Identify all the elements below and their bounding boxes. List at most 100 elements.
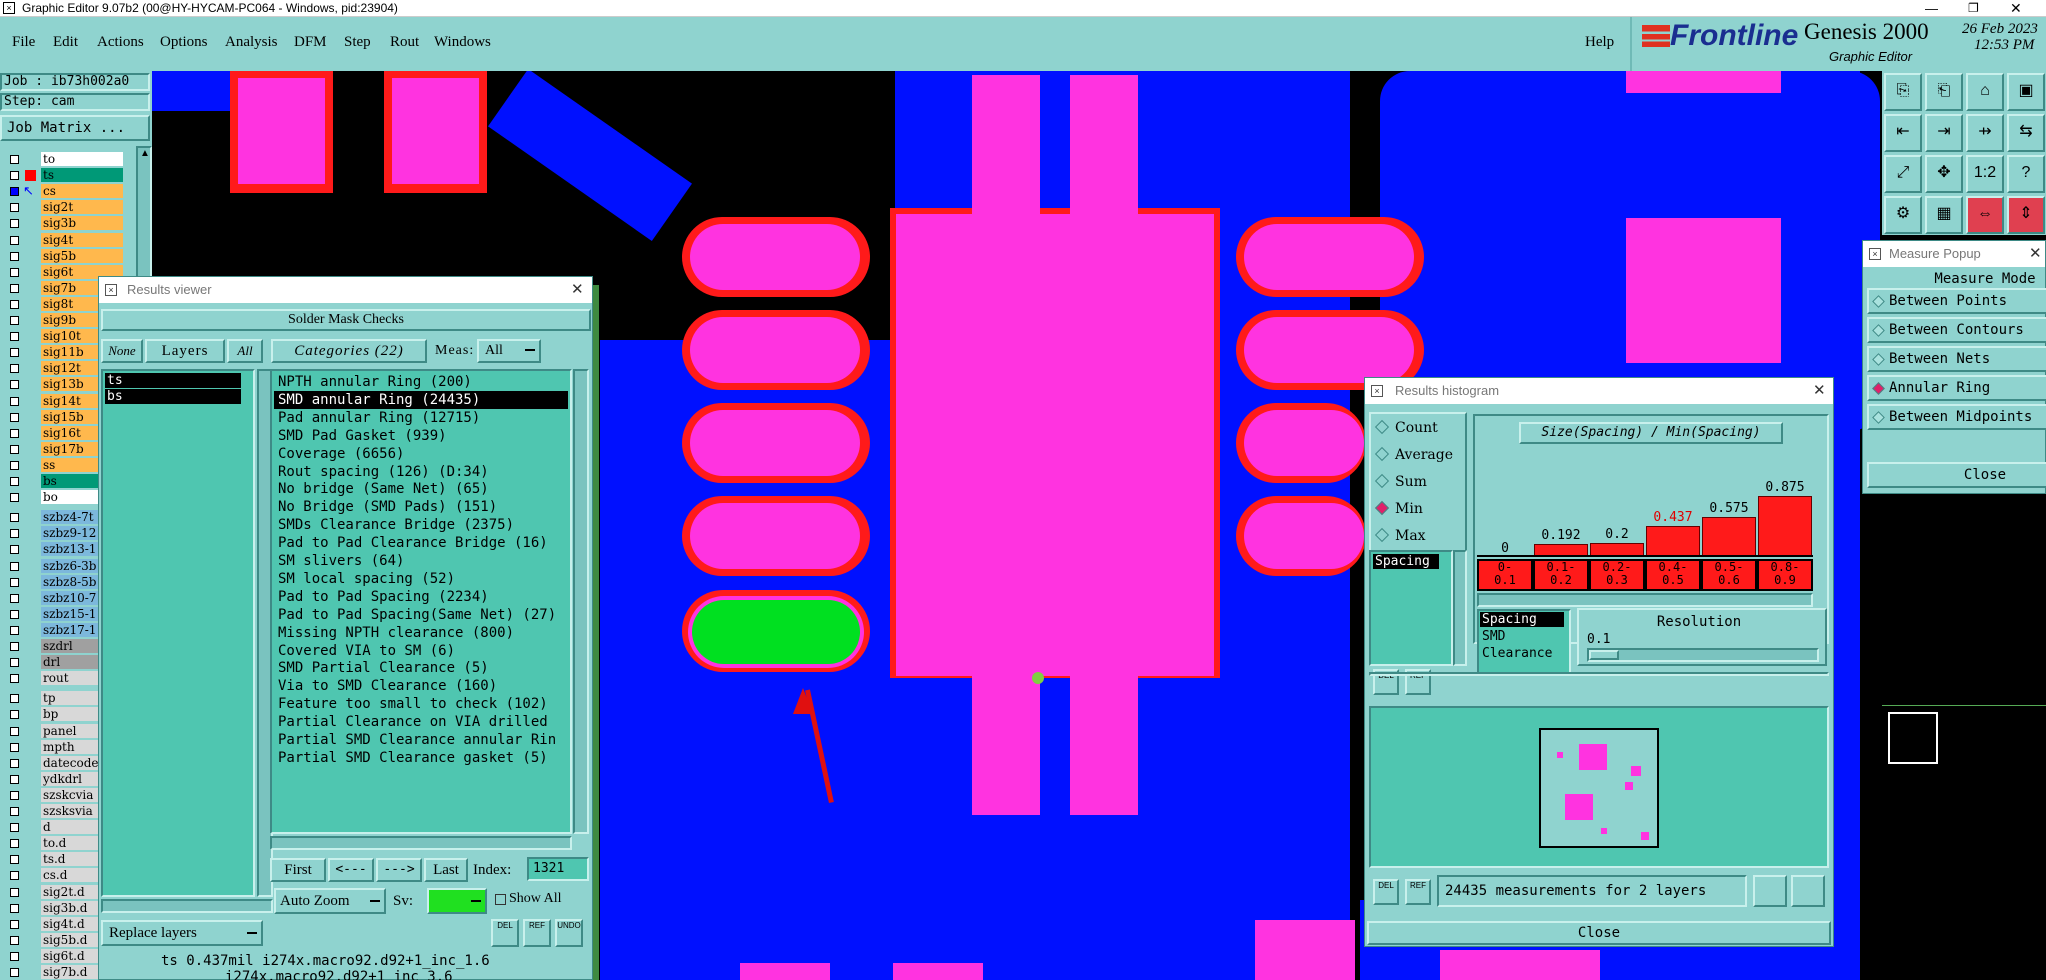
layer-checkbox[interactable] [10, 919, 19, 929]
step-icon[interactable]: ⇸ [1966, 114, 2004, 152]
menu-dfm[interactable]: DFM [294, 34, 327, 51]
layer-checkbox[interactable] [10, 545, 19, 555]
home-icon[interactable]: ⌂ [1966, 73, 2004, 111]
layer-checkbox[interactable] [10, 428, 19, 438]
layer-checkbox[interactable] [10, 726, 19, 736]
layer-checkbox[interactable] [10, 790, 19, 800]
layer-checkbox[interactable] [10, 513, 19, 523]
between-contours-option[interactable]: Between Contours [1867, 317, 2046, 343]
annular-ring-option[interactable]: Annular Ring [1867, 375, 2046, 401]
bin-label[interactable]: 0.8- 0.9 [1759, 561, 1811, 589]
ref-icon[interactable]: REF [523, 919, 551, 947]
menu-windows[interactable]: Windows [434, 34, 491, 51]
layer-checkbox[interactable] [10, 887, 19, 897]
layer-checkbox[interactable] [10, 807, 19, 816]
layer-checkbox[interactable] [10, 642, 19, 651]
category-item[interactable]: No Bridge (SMD Pads) (151) [278, 498, 497, 516]
categories-scrollbar[interactable] [573, 369, 589, 834]
split-icon[interactable]: ⇆ [2007, 114, 2045, 152]
type-item-smd[interactable]: SMD [1480, 629, 1505, 644]
settings-icon[interactable]: ⚙ [1884, 196, 1922, 234]
layer-checkbox[interactable] [10, 203, 19, 213]
category-item[interactable]: NPTH annular Ring (200) [278, 373, 472, 391]
help-icon[interactable]: ? [2007, 155, 2045, 193]
mode-min[interactable]: Min [1374, 500, 1423, 517]
categories-list[interactable]: NPTH annular Ring (200) SMD annular Ring … [270, 369, 572, 834]
layers-button[interactable]: Layers [145, 339, 225, 363]
menu-file[interactable]: File [12, 34, 35, 51]
layer-checkbox[interactable] [10, 155, 19, 164]
category-item[interactable]: SMD Pad Gasket (939) [278, 427, 447, 445]
bin-label[interactable]: 0.4- 0.5 [1647, 561, 1699, 589]
layer-checkbox[interactable] [10, 364, 19, 374]
del-icon[interactable]: DEL [491, 919, 519, 947]
meas-dropdown[interactable]: All [477, 339, 541, 363]
undo-icon[interactable]: ⇤ [1884, 114, 1922, 152]
layer-row-sig2t[interactable]: sig2t [3, 199, 123, 215]
layer-checkbox[interactable] [10, 674, 19, 684]
type-item-clearance[interactable]: Clearance [1480, 646, 1552, 661]
histogram-bar[interactable] [1646, 526, 1700, 557]
category-item[interactable]: Partial SMD Clearance gasket (5) [278, 749, 548, 767]
replace-layers-dropdown[interactable]: Replace layers [101, 920, 263, 946]
layer-list-hscrollbar[interactable] [101, 899, 273, 913]
category-item[interactable]: SMDs Clearance Bridge (2375) [278, 516, 514, 534]
layer-item-ts[interactable]: ts [105, 373, 241, 388]
layer-row-sig5b[interactable]: sig5b [3, 248, 123, 264]
category-item[interactable]: Partial Clearance on VIA drilled [278, 713, 548, 731]
minimize-icon[interactable]: — [1925, 0, 1938, 17]
mode-count[interactable]: Count [1374, 419, 1438, 436]
scroll-up-icon[interactable]: ▲ [140, 148, 150, 159]
bin-label[interactable]: 0.5- 0.6 [1703, 561, 1755, 589]
category-item[interactable]: Pad to Pad Spacing (2234) [278, 588, 489, 606]
layer-checkbox[interactable] [10, 235, 19, 245]
layer-checkbox[interactable] [10, 529, 19, 539]
grid-icon[interactable]: ▦ [1925, 196, 1963, 234]
category-item[interactable]: Pad to Pad Clearance Bridge (16) [278, 534, 548, 552]
layer-checkbox[interactable] [10, 658, 19, 668]
resolution-slider[interactable] [1587, 648, 1819, 662]
layer-row-ts[interactable]: ts [3, 167, 123, 183]
layer-checkbox[interactable] [10, 758, 19, 768]
layer-checkbox[interactable] [10, 267, 19, 277]
layer-checkbox[interactable] [10, 710, 19, 720]
bin-label[interactable]: 0.1- 0.2 [1535, 561, 1587, 589]
layer-row-sig4t[interactable]: sig4t [3, 232, 123, 248]
all-button[interactable]: All [227, 339, 263, 363]
window-icon[interactable]: ▣ [2007, 73, 2045, 111]
layer-checkbox[interactable] [10, 968, 19, 977]
category-item[interactable]: SM local spacing (52) [278, 570, 455, 588]
between-points-option[interactable]: Between Points [1867, 288, 2046, 314]
layer-checkbox[interactable] [10, 774, 19, 784]
layer-checkbox[interactable] [10, 823, 19, 833]
undo-icon[interactable]: UNDO [555, 919, 583, 947]
layer-checkbox[interactable] [10, 839, 19, 849]
layer-checkbox[interactable] [10, 935, 19, 945]
chart-export-icon[interactable] [1753, 875, 1787, 907]
mini-view[interactable] [1888, 712, 1938, 764]
layer-checkbox[interactable] [10, 694, 19, 704]
histogram-item-list[interactable]: Spacing [1369, 550, 1453, 666]
auto-zoom-dropdown[interactable]: Auto Zoom [274, 888, 386, 914]
layer-checkbox[interactable] [10, 577, 19, 587]
category-item[interactable]: Pad annular Ring (12715) [278, 409, 480, 427]
last-button[interactable]: Last [424, 858, 468, 882]
del-icon[interactable]: DEL [1373, 879, 1399, 905]
bin-label[interactable]: 0.2- 0.3 [1591, 561, 1643, 589]
chart-hscrollbar[interactable] [1477, 593, 1813, 607]
layer-results-list[interactable]: ts bs [101, 369, 255, 897]
close-icon[interactable]: ✕ [571, 277, 584, 303]
first-button[interactable]: First [270, 858, 326, 882]
layer-checkbox[interactable] [10, 460, 19, 470]
layer-checkbox[interactable] [10, 871, 19, 881]
layer-checkbox[interactable] [10, 187, 19, 197]
layer-checkbox[interactable] [10, 219, 19, 229]
category-item[interactable]: Covered VIA to SM (6) [278, 642, 455, 660]
menu-rout[interactable]: Rout [390, 34, 419, 51]
category-item[interactable]: Feature too small to check (102) [278, 695, 548, 713]
menu-options[interactable]: Options [160, 34, 208, 51]
histogram-close-button[interactable]: Close [1367, 921, 1831, 945]
category-item[interactable]: Missing NPTH clearance (800) [278, 624, 514, 642]
category-item[interactable]: SMD annular Ring (24435) [274, 390, 568, 409]
layer-checkbox[interactable] [10, 444, 19, 454]
